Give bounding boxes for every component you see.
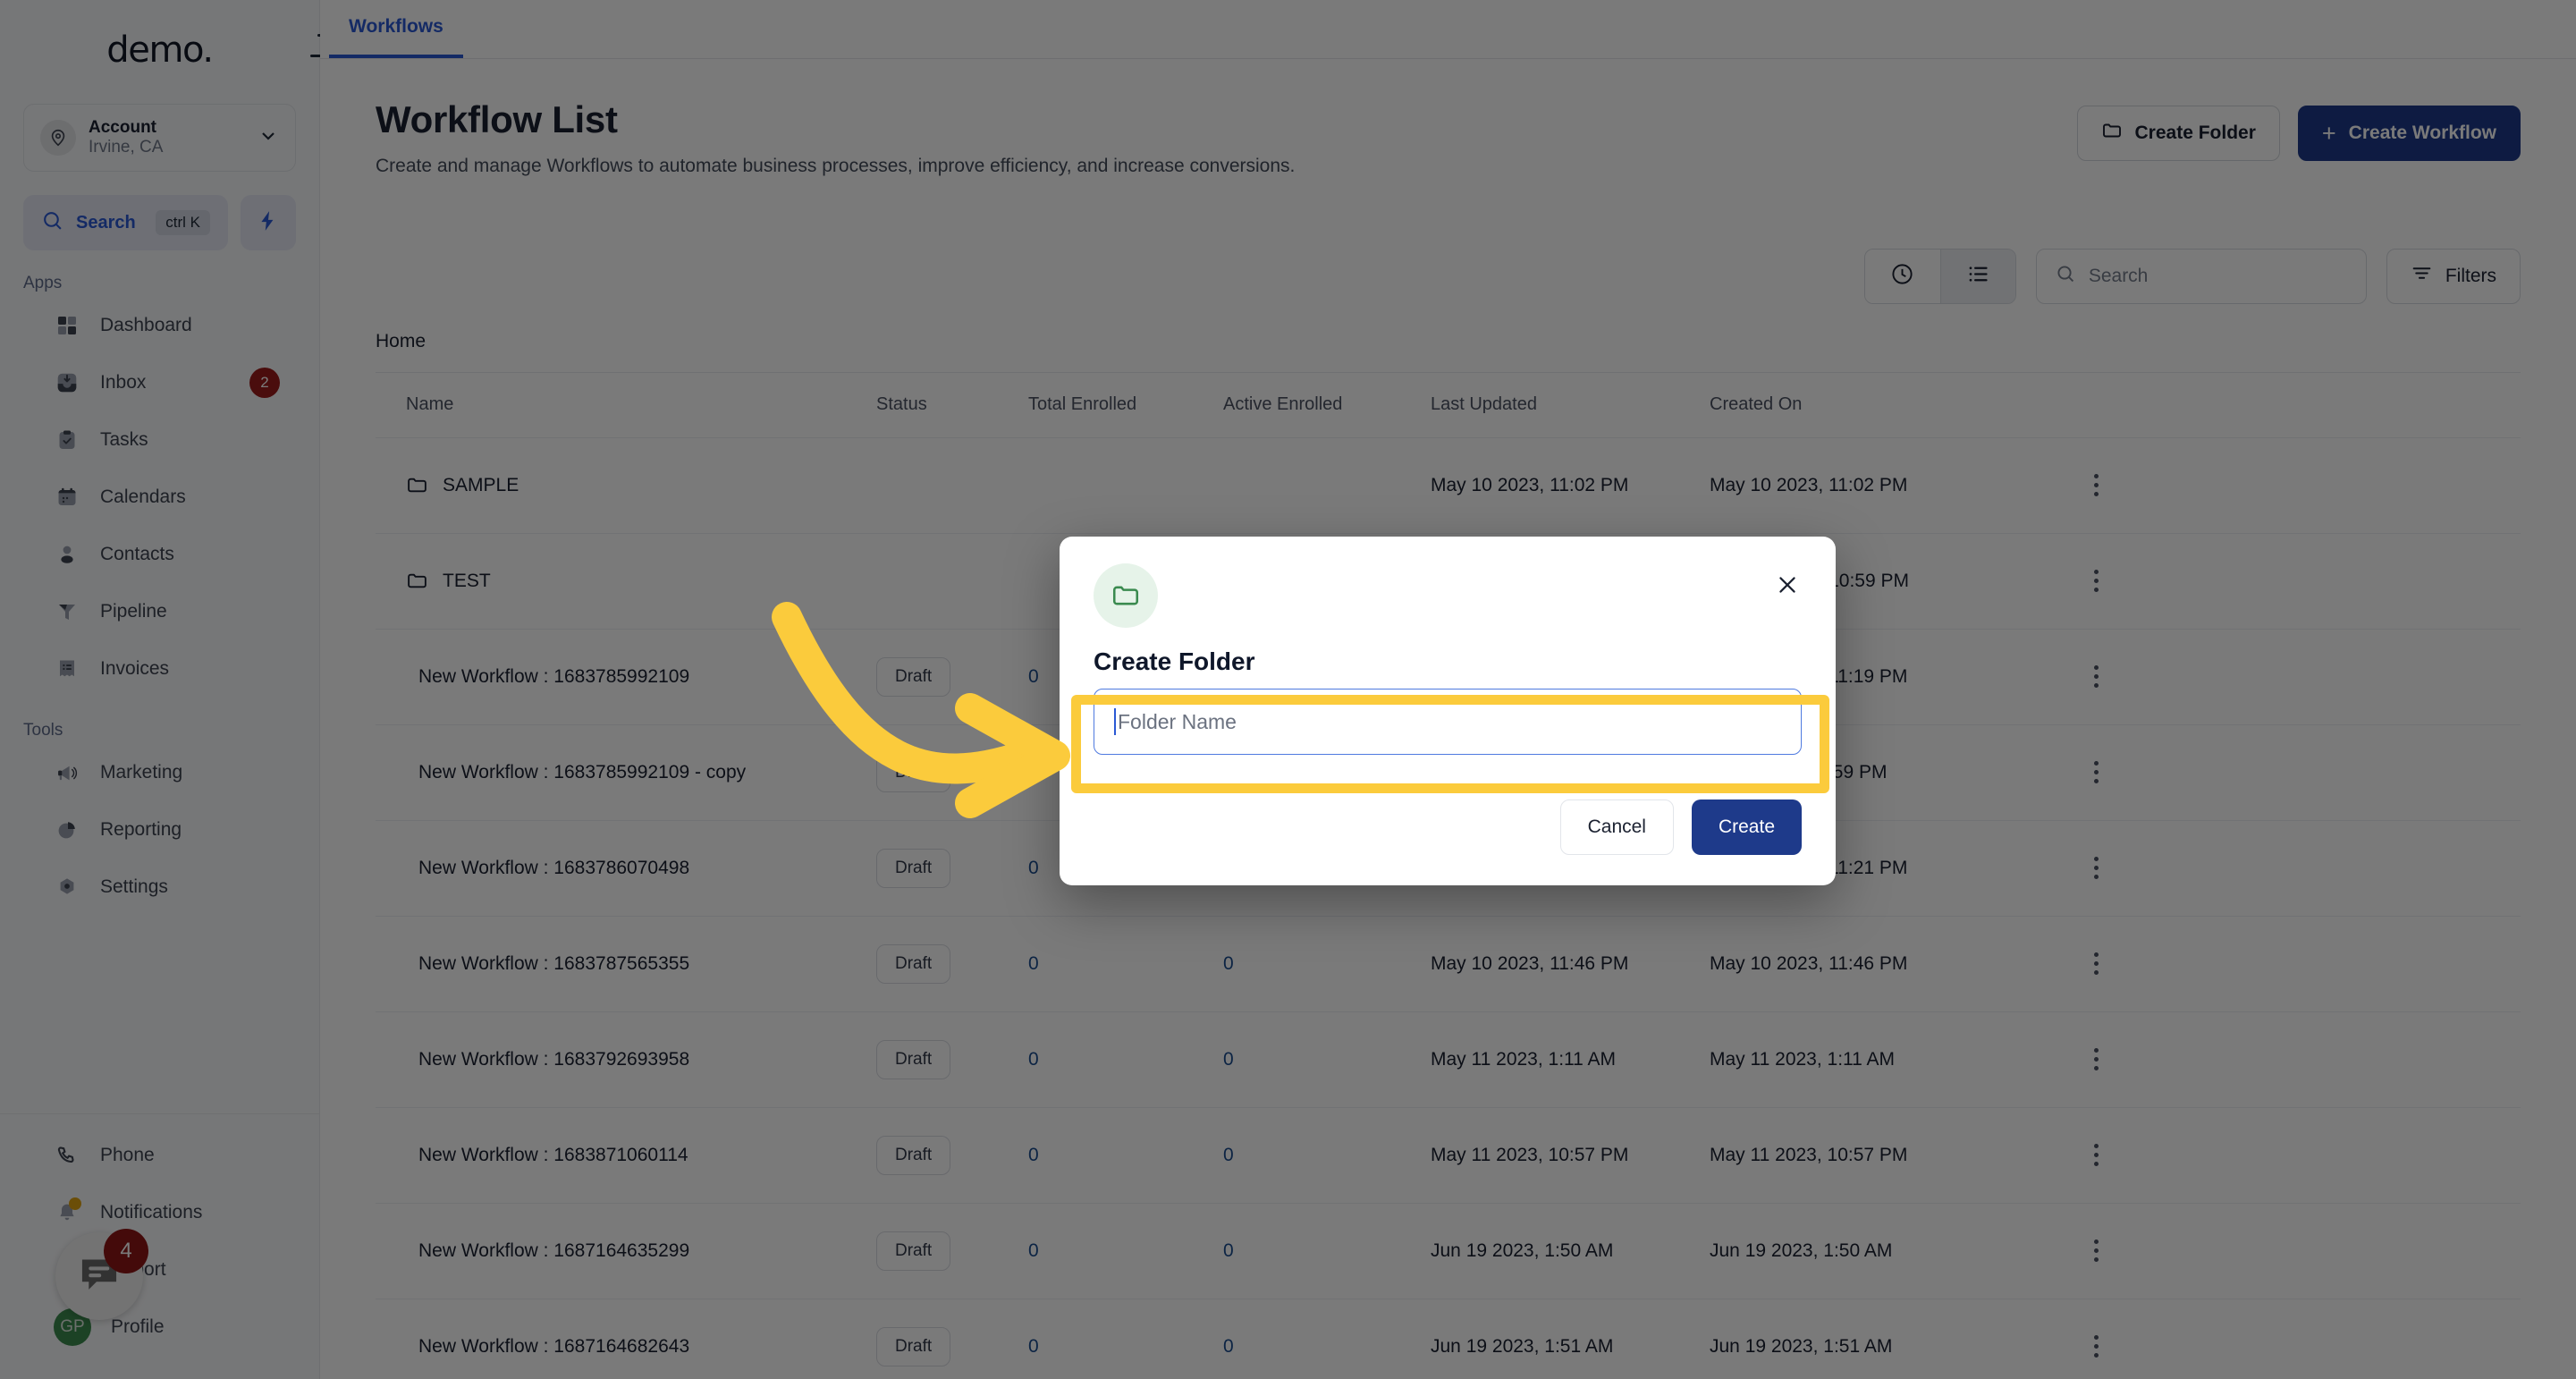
create-button[interactable]: Create [1691,799,1802,855]
close-icon[interactable] [1771,569,1803,601]
folder-name-placeholder: Folder Name [1118,709,1237,733]
create-folder-modal: Create Folder Folder Name Cancel Create [1060,537,1836,885]
modal-title: Create Folder [1094,647,1255,675]
folder-icon [1094,563,1158,628]
cancel-button[interactable]: Cancel [1559,799,1674,855]
folder-name-input[interactable]: Folder Name [1094,689,1802,755]
text-caret [1114,708,1116,735]
